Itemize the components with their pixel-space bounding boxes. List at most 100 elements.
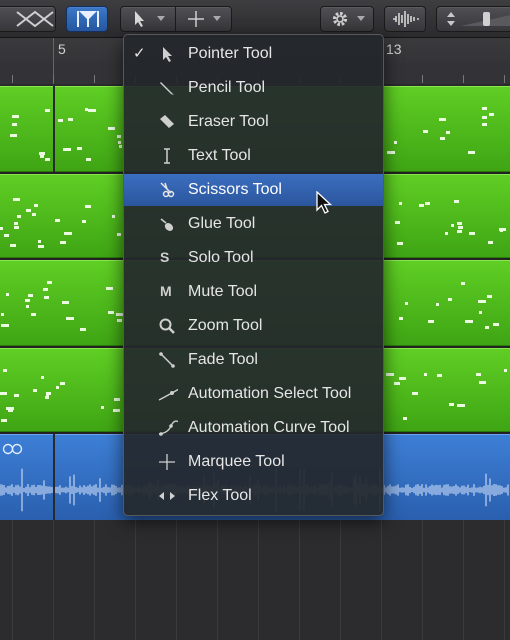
grid-line [217, 520, 218, 640]
midi-note [68, 118, 73, 121]
midi-note [482, 107, 487, 110]
bar-number: 13 [386, 41, 402, 57]
midi-note [445, 232, 448, 235]
midi-note [394, 141, 397, 144]
midi-note [32, 213, 36, 216]
midi-note [504, 369, 507, 372]
tool-menu-button[interactable] [120, 6, 232, 32]
chevron-down-icon [213, 16, 221, 21]
midi-note [454, 200, 459, 203]
grid-line [135, 520, 136, 640]
menu-item-mute-tool[interactable]: M Mute Tool [124, 276, 383, 308]
menu-item-automation-curve-tool[interactable]: Automation Curve Tool [124, 412, 383, 444]
menu-item-eraser-tool[interactable]: Eraser Tool [124, 106, 383, 138]
midi-note [88, 109, 96, 112]
tool-menu: ✓ Pointer Tool Pencil Tool Eraser Tool T… [123, 34, 384, 516]
midi-note [458, 226, 463, 229]
midi-note [6, 407, 14, 410]
crossfade-button[interactable] [0, 6, 56, 32]
midi-note [437, 374, 442, 377]
midi-note [14, 222, 18, 225]
midi-note [60, 241, 66, 244]
divider [175, 6, 176, 32]
midi-note [46, 394, 49, 397]
action-menu-button[interactable] [320, 6, 374, 32]
grid-line [258, 520, 259, 640]
midi-note [14, 394, 19, 397]
zoom-slider[interactable] [436, 6, 510, 32]
automation-select-icon [158, 388, 178, 401]
grid-line [340, 520, 341, 640]
menu-item-label: Marquee Tool [188, 453, 285, 470]
ruler-tick [12, 75, 13, 83]
flex-view-icon [77, 11, 99, 27]
midi-note [399, 317, 403, 320]
menu-item-pointer-tool[interactable]: ✓ Pointer Tool [124, 38, 383, 70]
midi-note [419, 204, 424, 207]
menu-item-label: Zoom Tool [188, 317, 263, 334]
crossfade-icon [16, 10, 54, 28]
midi-note [3, 369, 7, 372]
flex-view-button[interactable] [66, 6, 108, 32]
menu-item-zoom-tool[interactable]: Zoom Tool [124, 310, 383, 342]
ruler-tick [463, 75, 464, 83]
menu-item-scissors-tool[interactable]: Scissors Tool [124, 174, 383, 206]
menu-item-marquee-tool[interactable]: Marquee Tool [124, 446, 383, 478]
midi-note [1, 324, 9, 327]
midi-note [405, 302, 408, 305]
midi-note [423, 130, 428, 133]
menu-item-text-tool[interactable]: Text Tool [124, 140, 383, 172]
menu-item-label: Solo Tool [188, 249, 254, 266]
menu-item-fade-tool[interactable]: Fade Tool [124, 344, 383, 376]
menu-item-label: Glue Tool [188, 215, 256, 232]
midi-note [45, 109, 50, 112]
midi-note [55, 219, 60, 222]
menu-item-automation-select-tool[interactable]: Automation Select Tool [124, 378, 383, 410]
pointer-icon [163, 47, 172, 62]
menu-item-solo-tool[interactable]: S Solo Tool [124, 242, 383, 274]
midi-note [489, 113, 494, 116]
ruler-tick [422, 75, 423, 83]
menu-item-flex-tool[interactable]: Flex Tool [124, 480, 383, 512]
midi-note [56, 386, 59, 389]
text-cursor-icon [164, 148, 170, 164]
menu-item-label: Scissors Tool [188, 181, 282, 198]
midi-note [399, 202, 402, 205]
mute-icon: M [160, 283, 172, 299]
empty-track-area[interactable] [0, 520, 510, 640]
menu-item-pencil-tool[interactable]: Pencil Tool [124, 72, 383, 104]
grid-line [94, 520, 95, 640]
midi-note [387, 151, 395, 154]
midi-note [436, 303, 439, 306]
midi-note [113, 409, 120, 412]
midi-note [112, 215, 115, 218]
chevron-down-icon [357, 16, 365, 21]
midi-note [0, 227, 3, 230]
slider-track-icon [461, 12, 510, 26]
midi-note [119, 145, 122, 148]
midi-note [28, 294, 33, 297]
midi-note [457, 230, 462, 233]
midi-note [485, 326, 489, 329]
waveform-zoom-button[interactable] [384, 6, 426, 32]
midi-note [446, 131, 450, 134]
checkmark-icon: ✓ [133, 45, 146, 62]
midi-note [425, 202, 430, 205]
menu-item-glue-tool[interactable]: Glue Tool [124, 208, 383, 240]
midi-note [101, 406, 104, 409]
midi-note [45, 158, 50, 161]
midi-note [108, 311, 114, 314]
midi-note [476, 373, 481, 376]
midi-note [25, 299, 30, 302]
mouse-cursor-icon [316, 191, 333, 214]
midi-note [85, 108, 88, 111]
pencil-icon [160, 82, 174, 95]
midi-note [33, 389, 37, 392]
grid-line [176, 520, 177, 640]
midi-note [12, 123, 17, 126]
bar-number: 5 [58, 41, 66, 57]
midi-note [14, 226, 19, 229]
midi-note [17, 215, 21, 218]
midi-note [440, 137, 445, 140]
midi-note [86, 158, 91, 161]
